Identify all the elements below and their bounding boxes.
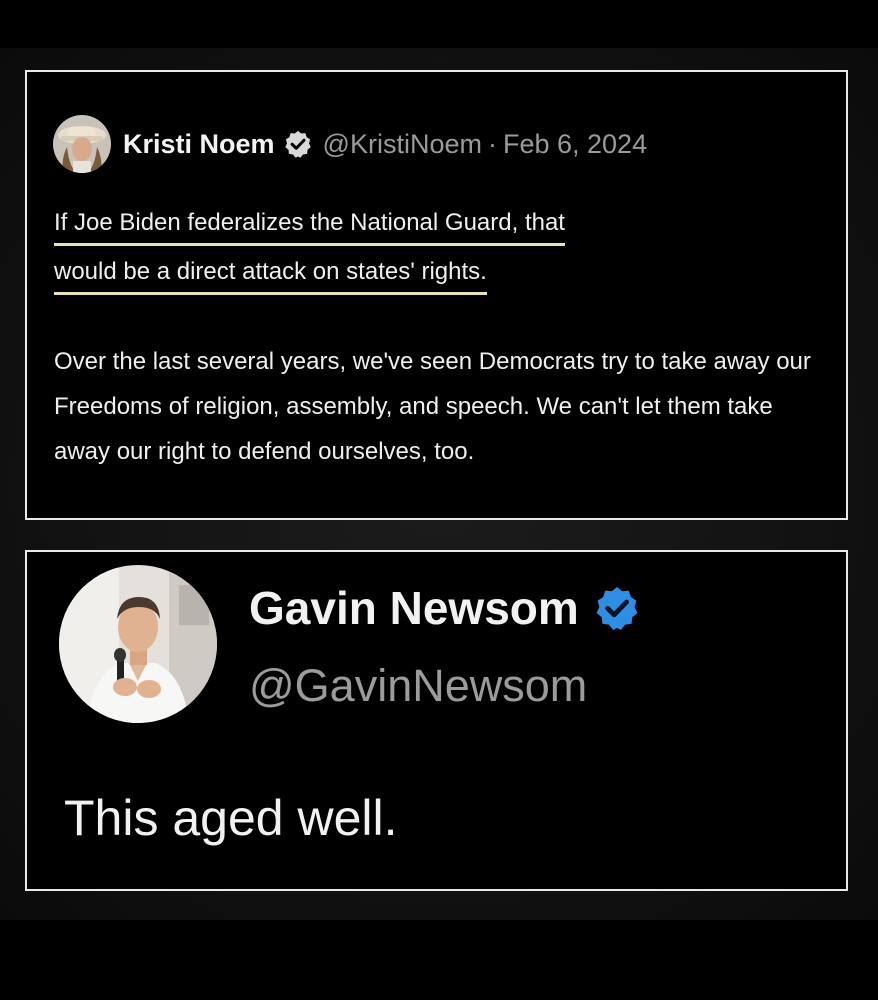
separator-dot: ·	[487, 128, 497, 159]
author-handle[interactable]: @GavinNewsom	[249, 658, 641, 714]
tweet-paragraph-2: Over the last several years, we've seen …	[54, 348, 811, 465]
author-name[interactable]: Kristi Noem	[123, 129, 275, 160]
author-names: Gavin Newsom @GavinNewsom	[249, 580, 641, 714]
highlighted-text-line-1: If Joe Biden federalizes the National Gu…	[54, 203, 565, 246]
kristi-noem-avatar-icon	[53, 115, 111, 173]
author-name[interactable]: Gavin Newsom	[249, 580, 579, 636]
gavin-newsom-tweet-card[interactable]: Gavin Newsom @GavinNewsom This aged well…	[25, 550, 848, 891]
author-handle[interactable]: @KristiNoem	[323, 129, 482, 160]
tweet-text: This aged well.	[64, 790, 398, 846]
tweet-header: Kristi Noem @KristiNoem · Feb 6, 2024	[53, 114, 647, 174]
author-name-row: Gavin Newsom	[249, 580, 641, 636]
verified-badge-icon	[593, 584, 641, 632]
verified-badge-icon	[283, 129, 313, 159]
kristi-noem-tweet-card[interactable]: Kristi Noem @KristiNoem · Feb 6, 2024 If…	[25, 70, 848, 520]
avatar[interactable]	[59, 565, 217, 723]
avatar[interactable]	[53, 115, 111, 173]
tweet-header: Gavin Newsom @GavinNewsom	[59, 565, 641, 723]
gavin-newsom-avatar-icon	[59, 565, 217, 723]
tweet-text: If Joe Biden federalizes the National Gu…	[54, 200, 824, 474]
tweet-date[interactable]: Feb 6, 2024	[503, 129, 647, 160]
highlighted-text-line-2: would be a direct attack on states' righ…	[54, 252, 487, 295]
